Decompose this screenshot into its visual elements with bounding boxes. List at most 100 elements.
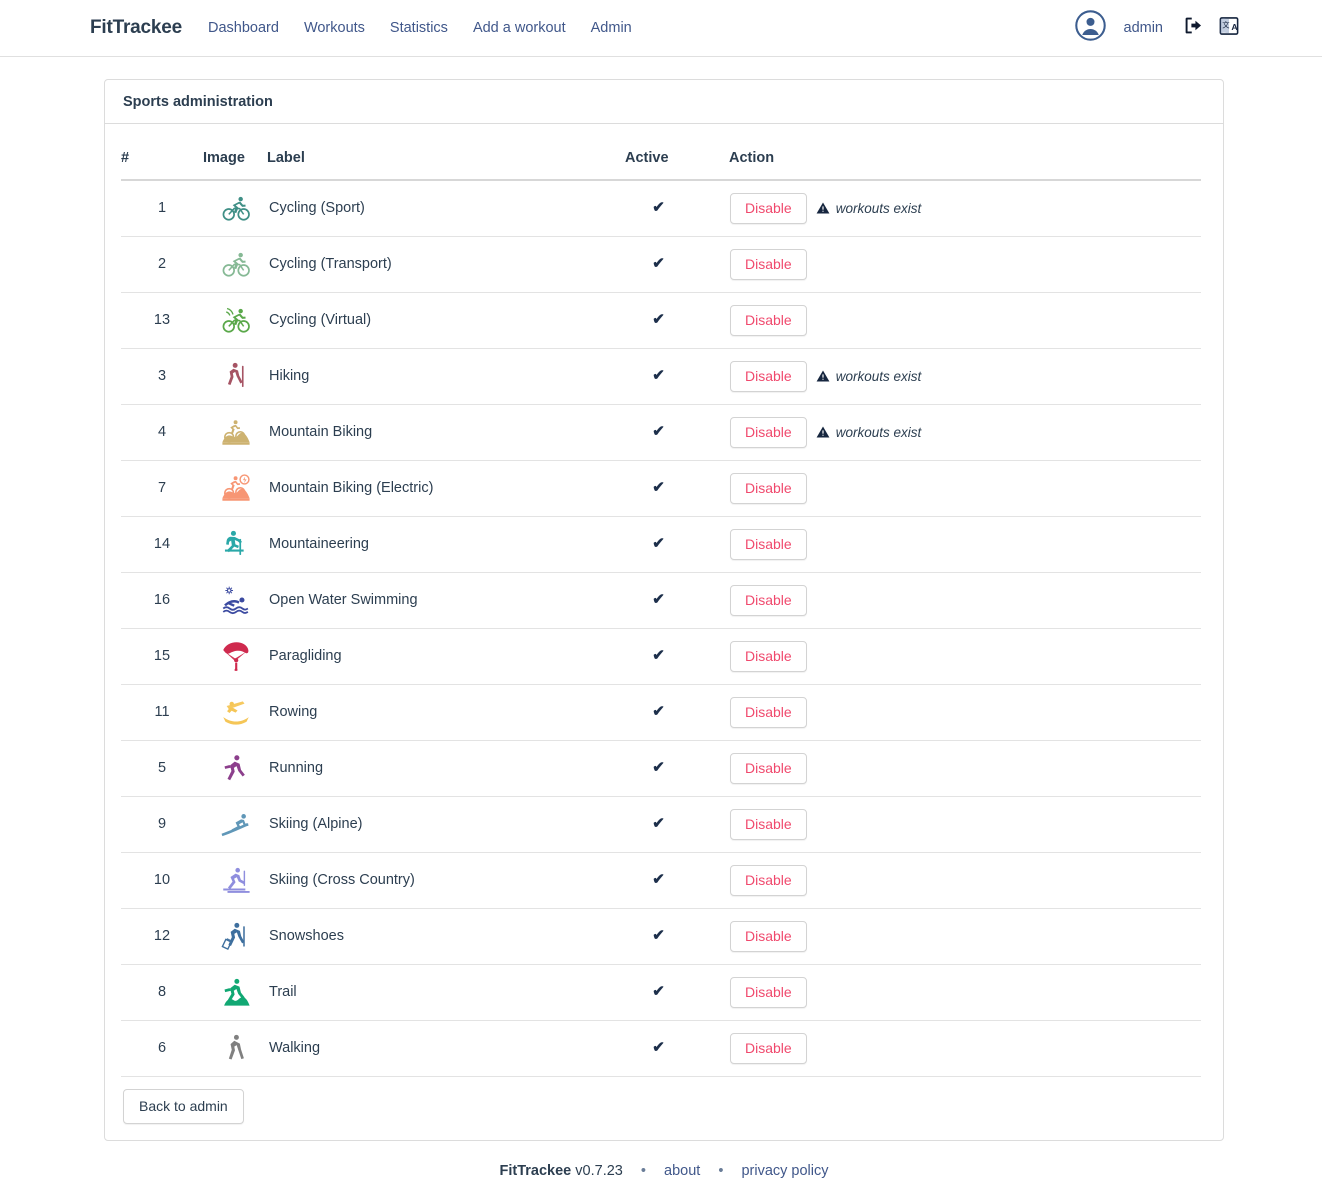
table-row: 12 Snowshoes ✔ Disable <box>121 908 1201 965</box>
footer-version: v0.7.23 <box>575 1162 623 1179</box>
row-image-cell <box>203 908 267 965</box>
row-label: Mountain Biking (Electric) <box>267 460 625 517</box>
row-image-cell <box>203 684 267 741</box>
check-icon: ✔ <box>652 759 665 776</box>
footer-about-link[interactable]: about <box>664 1163 700 1179</box>
table-body: 1 Cycling (Sport) ✔ Disable workouts exist 2 C… <box>121 180 1201 1077</box>
row-image-cell <box>203 964 267 1021</box>
row-label: Trail <box>267 964 625 1021</box>
footer-privacy-policy-link[interactable]: privacy policy <box>741 1163 828 1179</box>
row-image-cell <box>203 1020 267 1077</box>
running-icon <box>219 755 253 781</box>
nav-item-workouts[interactable]: Workouts <box>304 20 365 36</box>
warning-triangle-icon <box>816 201 830 215</box>
sports-administration-card: Sports administration # Image Label Acti… <box>104 79 1224 1141</box>
action-group: Disable <box>730 640 1200 672</box>
table-row: 13 Cycling (Virtual) ✔ Disable <box>121 292 1201 349</box>
disable-button[interactable]: Disable <box>730 360 807 392</box>
row-id: 10 <box>121 852 203 909</box>
check-icon: ✔ <box>652 367 665 384</box>
disable-button[interactable]: Disable <box>730 584 807 616</box>
row-action-cell: Disable workouts exist <box>729 404 1201 461</box>
row-image-cell <box>203 628 267 685</box>
card-title: Sports administration <box>105 80 1223 124</box>
walking-icon <box>219 1034 253 1060</box>
brand-logo[interactable]: FitTrackee <box>90 17 182 39</box>
disable-button[interactable]: Disable <box>730 472 807 504</box>
logout-icon[interactable] <box>1183 15 1204 41</box>
row-action-cell: Disable <box>729 460 1201 517</box>
workouts-exist-warning: workouts exist <box>816 368 922 384</box>
warning-triangle-icon <box>816 369 830 383</box>
page-footer: FitTrackee v0.7.23 • about • privacy pol… <box>104 1155 1224 1197</box>
row-id: 1 <box>121 180 203 237</box>
disable-button[interactable]: Disable <box>730 192 807 224</box>
user-avatar-icon[interactable] <box>1074 10 1106 46</box>
row-active-cell: ✔ <box>625 292 729 349</box>
check-icon: ✔ <box>652 535 665 552</box>
disable-button[interactable]: Disable <box>730 808 807 840</box>
disable-button[interactable]: Disable <box>730 304 807 336</box>
row-id: 16 <box>121 572 203 629</box>
nav-item-admin[interactable]: Admin <box>591 20 632 36</box>
table-row: 8 Trail ✔ Disable <box>121 964 1201 1021</box>
table-head: # Image Label Active Action <box>121 142 1201 181</box>
table-row: 3 Hiking ✔ Disable workouts exist <box>121 348 1201 405</box>
row-id: 9 <box>121 796 203 853</box>
disable-button[interactable]: Disable <box>730 864 807 896</box>
check-icon: ✔ <box>652 647 665 664</box>
row-action-cell: Disable <box>729 572 1201 629</box>
row-active-cell: ✔ <box>625 740 729 797</box>
back-to-admin-button[interactable]: Back to admin <box>123 1088 244 1124</box>
row-label: Cycling (Transport) <box>267 236 625 293</box>
row-id: 13 <box>121 292 203 349</box>
row-action-cell: Disable <box>729 236 1201 293</box>
disable-button[interactable]: Disable <box>730 752 807 784</box>
disable-button[interactable]: Disable <box>730 416 807 448</box>
nav-item-add-a-workout[interactable]: Add a workout <box>473 20 566 36</box>
workouts-exist-warning: workouts exist <box>816 425 921 440</box>
warning-text: workouts exist <box>835 200 922 216</box>
rowing-icon <box>219 701 253 725</box>
row-id: 5 <box>121 740 203 797</box>
row-label: Walking <box>267 1020 625 1077</box>
row-active-cell: ✔ <box>625 628 729 685</box>
check-icon: ✔ <box>652 927 665 944</box>
row-image-cell <box>203 796 267 853</box>
action-group: Disable workouts exist <box>730 416 1200 448</box>
row-image-cell <box>203 236 267 293</box>
disable-button[interactable]: Disable <box>730 528 807 560</box>
language-icon[interactable]: A 文 <box>1218 15 1240 42</box>
trail-icon <box>219 978 253 1006</box>
disable-button[interactable]: Disable <box>730 640 807 672</box>
row-action-cell: Disable <box>729 796 1201 853</box>
row-label: Mountaineering <box>267 516 625 573</box>
row-id: 11 <box>121 684 203 741</box>
table-row: 14 Mountaineering ✔ Disable <box>121 516 1201 573</box>
disable-button[interactable]: Disable <box>730 248 807 280</box>
action-group: Disable workouts exist <box>730 360 1200 392</box>
table-row: 11 Rowing ✔ Disable <box>121 684 1201 741</box>
nav-item-statistics[interactable]: Statistics <box>390 20 448 36</box>
nav-links: Dashboard Workouts Statistics Add a work… <box>208 20 632 36</box>
nav-item-dashboard[interactable]: Dashboard <box>208 20 279 36</box>
row-active-cell: ✔ <box>625 796 729 853</box>
warning-text: workouts exist <box>835 368 922 384</box>
sports-table: # Image Label Active Action 1 Cycling (Sp… <box>121 142 1201 1077</box>
row-id: 3 <box>121 348 203 405</box>
row-active-cell: ✔ <box>625 908 729 965</box>
action-group: Disable <box>730 752 1200 784</box>
row-active-cell: ✔ <box>625 404 729 461</box>
row-image-cell <box>203 740 267 797</box>
row-action-cell: Disable <box>729 684 1201 741</box>
column-header-number: # <box>121 142 203 181</box>
disable-button[interactable]: Disable <box>730 1032 807 1064</box>
row-action-cell: Disable <box>729 292 1201 349</box>
row-active-cell: ✔ <box>625 1020 729 1077</box>
footer-separator-1: • <box>640 1162 646 1179</box>
disable-button[interactable]: Disable <box>730 920 807 952</box>
disable-button[interactable]: Disable <box>730 976 807 1008</box>
action-group: Disable <box>730 1032 1200 1064</box>
row-label: Mountain Biking <box>267 404 625 461</box>
disable-button[interactable]: Disable <box>730 696 807 728</box>
